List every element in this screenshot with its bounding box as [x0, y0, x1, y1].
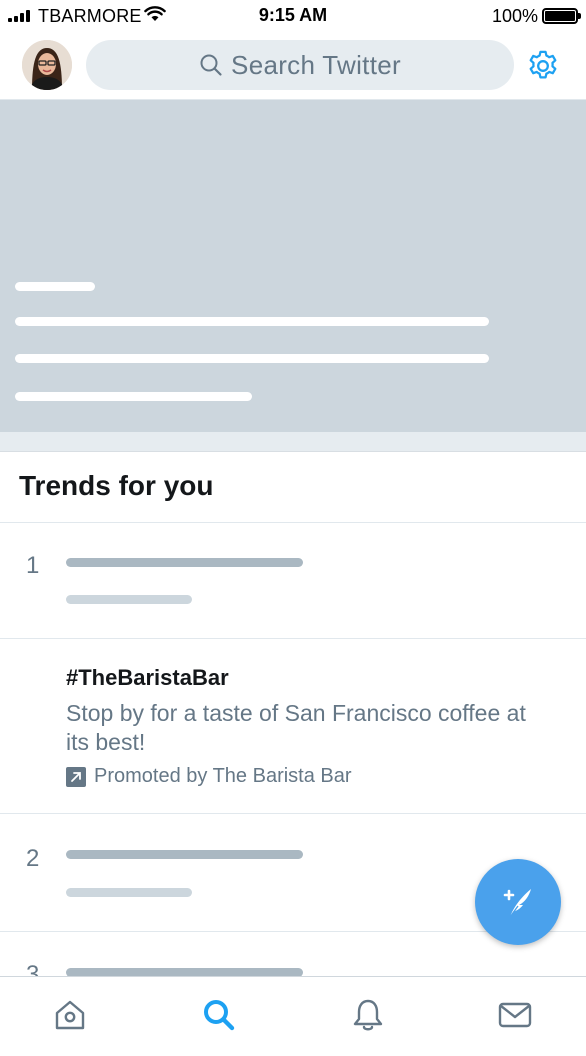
- section-divider: [0, 432, 586, 452]
- trends-header: Trends for you: [0, 452, 586, 523]
- promoted-label: Promoted by The Barista Bar: [66, 765, 352, 788]
- notifications-bell-icon: [353, 999, 383, 1031]
- placeholder-line: [15, 317, 489, 326]
- promoted-hashtag[interactable]: #TheBaristaBar: [66, 665, 229, 691]
- promoted-description: Stop by for a taste of San Francisco cof…: [66, 700, 526, 755]
- placeholder-line: [15, 354, 489, 363]
- placeholder-line: [15, 392, 252, 401]
- search-placeholder: Search Twitter: [231, 49, 401, 80]
- search-input[interactable]: Search Twitter: [86, 40, 514, 90]
- trend-name-placeholder: [66, 850, 303, 859]
- trend-count-placeholder: [66, 595, 192, 604]
- trend-name-placeholder: [66, 558, 303, 567]
- featured-event-placeholder[interactable]: [0, 100, 586, 432]
- compose-tweet-icon: [503, 889, 531, 918]
- placeholder-line: [15, 282, 95, 291]
- tab-notifications[interactable]: [350, 997, 386, 1033]
- status-bar: TBARMORE 9:15 AM 100%: [0, 0, 586, 32]
- promoted-by-text: Promoted by The Barista Bar: [94, 765, 352, 787]
- avatar[interactable]: [22, 40, 72, 90]
- messages-envelope-icon: [498, 1002, 532, 1028]
- trend-row[interactable]: 1: [0, 523, 586, 639]
- search-icon: [200, 54, 222, 76]
- tab-messages[interactable]: [497, 997, 533, 1033]
- promoted-arrow-icon: [66, 766, 86, 787]
- profile-photo: [22, 40, 72, 90]
- trend-count-placeholder: [66, 888, 192, 897]
- trend-rank: 1: [26, 552, 40, 579]
- trend-rank: 2: [26, 845, 40, 872]
- section-title: Trends for you: [19, 470, 214, 501]
- top-navigation-bar: Search Twitter: [0, 32, 586, 100]
- tab-home[interactable]: [52, 997, 88, 1033]
- search-icon: [204, 1000, 235, 1031]
- battery-icon: [542, 8, 581, 24]
- promoted-trend-row[interactable]: #TheBaristaBar Stop by for a taste of Sa…: [0, 639, 586, 814]
- compose-tweet-button[interactable]: [475, 859, 561, 945]
- tab-search[interactable]: [201, 997, 237, 1033]
- home-icon: [55, 1000, 85, 1030]
- bottom-tab-bar: [0, 976, 586, 1056]
- gear-icon[interactable]: [526, 49, 560, 83]
- battery-percentage: 100%: [491, 6, 538, 26]
